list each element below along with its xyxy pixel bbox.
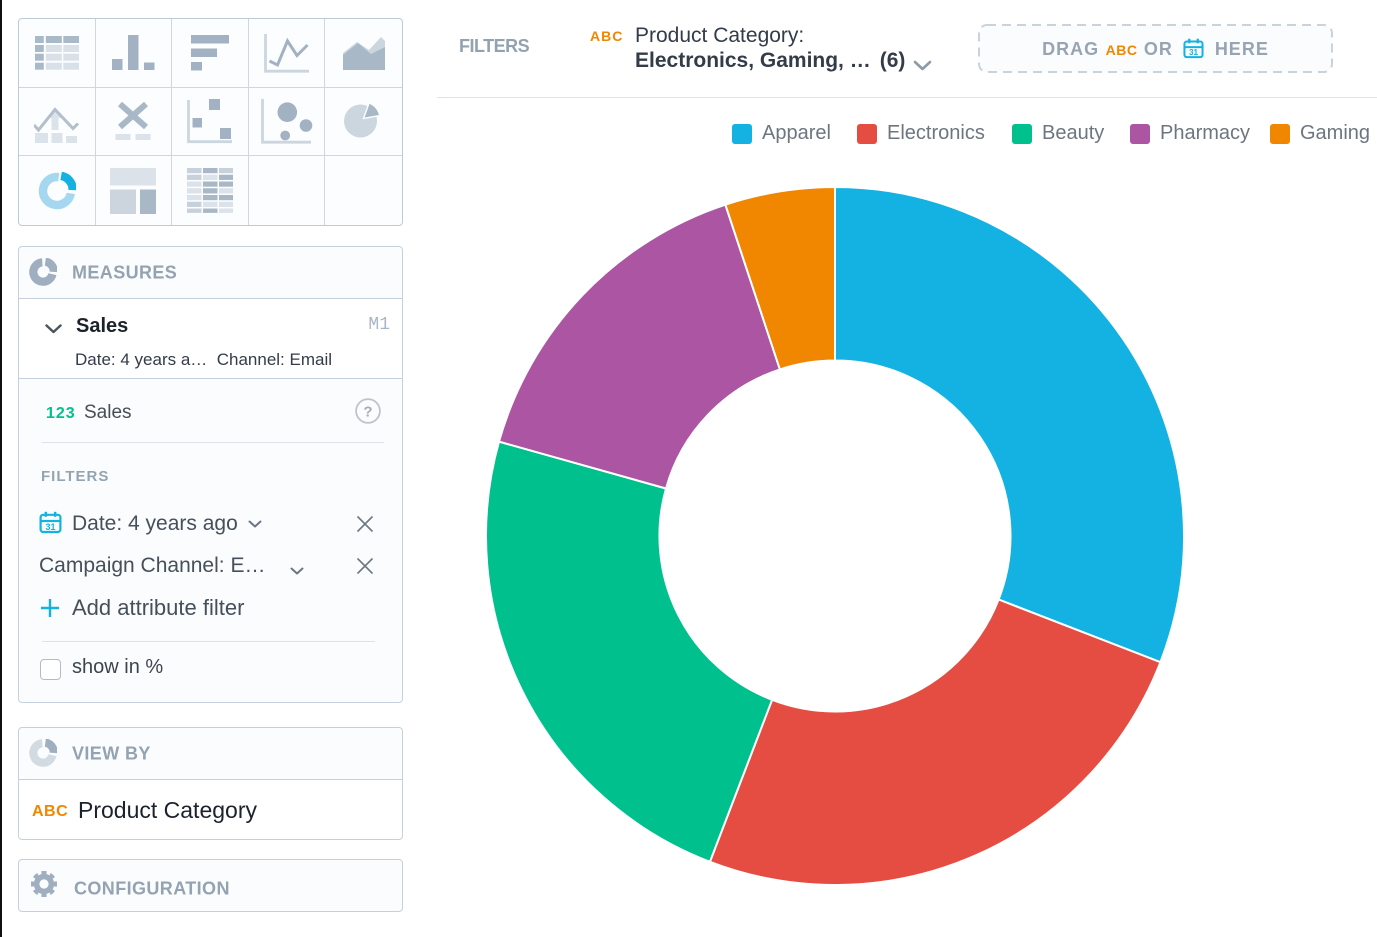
svg-text:?: ? bbox=[363, 404, 372, 421]
svg-text:31: 31 bbox=[1189, 48, 1199, 57]
svg-text:31: 31 bbox=[45, 522, 55, 532]
